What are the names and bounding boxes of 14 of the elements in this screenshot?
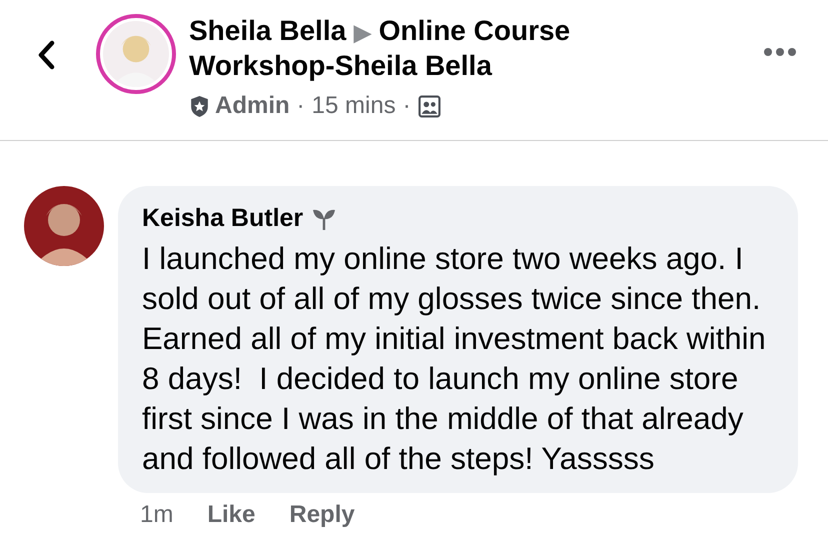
shield-star-icon: [189, 94, 210, 118]
commenter-name[interactable]: Keisha Butler: [142, 200, 304, 238]
comment-action[interactable]: Reply: [289, 496, 355, 532]
comment-time: 1m: [140, 500, 174, 530]
post-time[interactable]: 15 mins: [312, 88, 396, 124]
comment-action[interactable]: Like: [207, 496, 256, 532]
role-label: Admin: [215, 91, 290, 121]
separator-dot: ·: [402, 91, 411, 121]
post-title[interactable]: Sheila Bella ▶ Online Course Workshop-Sheila Bella: [189, 14, 609, 82]
separator-dot: ·: [296, 91, 305, 121]
comment-text: I launched my online store two weeks ago. I sold out of all of my glosses twice since then. Earned all of my initial investment back within 8 days! I decided to launch my online store first since I was in the middle of that already and followed all of the steps! Yasssss: [142, 240, 767, 478]
group-privacy-icon: [418, 94, 441, 118]
back-icon[interactable]: [37, 40, 55, 70]
more-icon[interactable]: [763, 47, 797, 57]
